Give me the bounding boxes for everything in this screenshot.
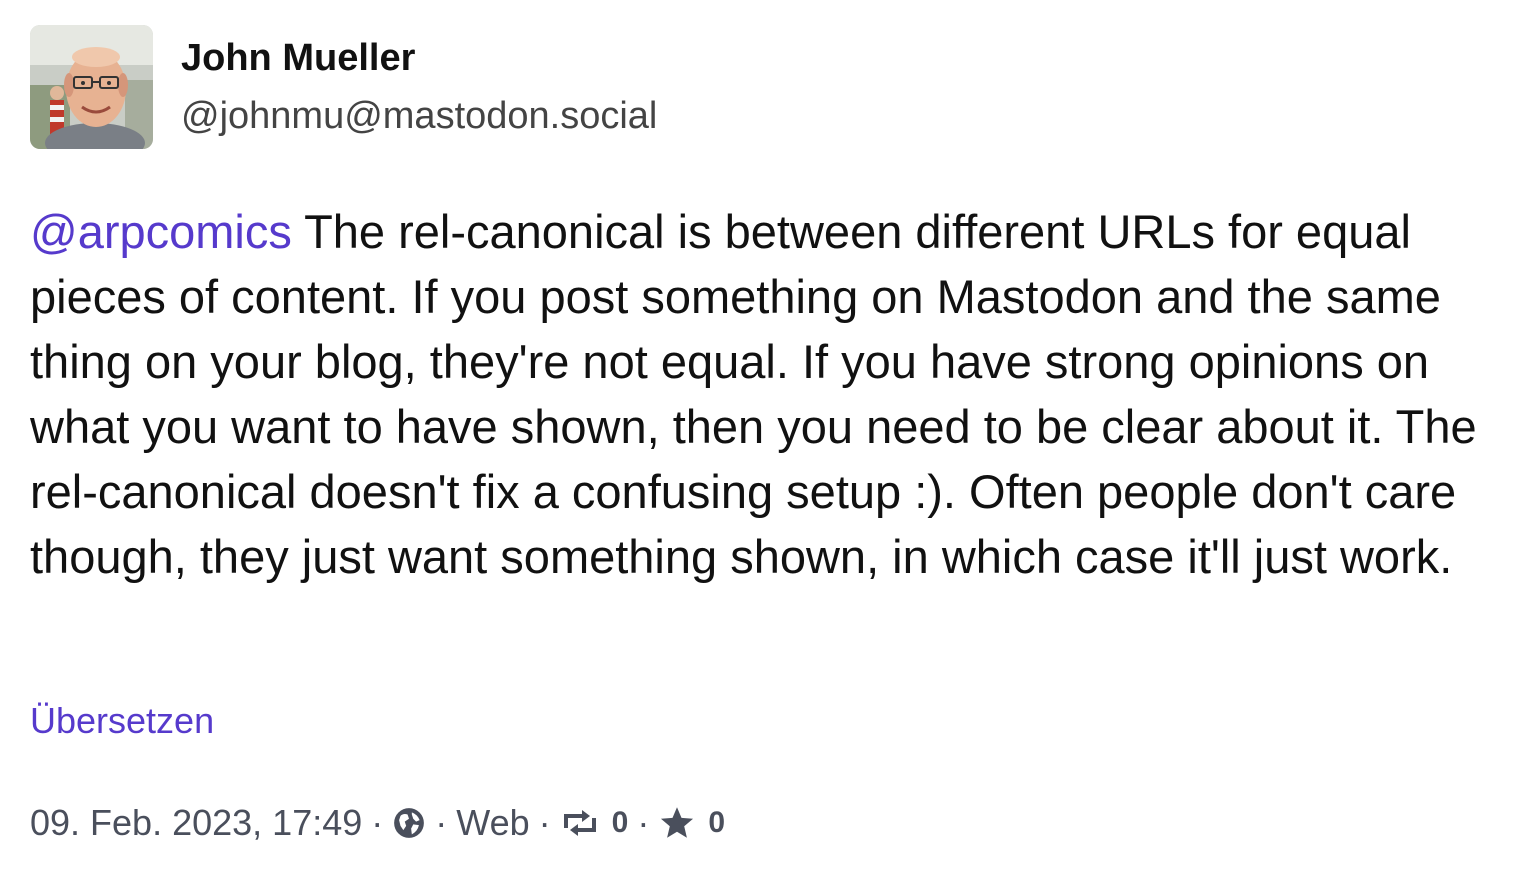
star-icon bbox=[658, 805, 696, 841]
status-meta: 09. Feb. 2023, 17:49 · · Web · 0 · 0 bbox=[30, 798, 725, 848]
meta-separator: · bbox=[371, 802, 384, 843]
display-name[interactable]: John Mueller bbox=[181, 37, 415, 80]
translate-button[interactable]: Übersetzen bbox=[30, 700, 214, 742]
reblog-count: 0 bbox=[611, 806, 629, 839]
avatar[interactable] bbox=[30, 25, 153, 149]
meta-separator: · bbox=[637, 802, 650, 843]
meta-separator: · bbox=[538, 802, 551, 843]
favourites-link[interactable]: 0 bbox=[658, 805, 725, 841]
reblogs-link[interactable]: 0 bbox=[560, 806, 629, 840]
status-header: John Mueller @johnmu@mastodon.social bbox=[30, 25, 930, 149]
meta-separator: · bbox=[435, 802, 448, 843]
avatar-photo bbox=[30, 25, 153, 149]
retweet-icon bbox=[560, 808, 600, 838]
application-name: Web bbox=[456, 802, 530, 843]
account-handle: @johnmu@mastodon.social bbox=[181, 95, 658, 137]
timestamp-link[interactable]: 09. Feb. 2023, 17:49 bbox=[30, 802, 362, 844]
globe-icon bbox=[392, 806, 426, 840]
mention-link[interactable]: @arpcomics bbox=[30, 205, 292, 258]
status-content: @arpcomics The rel-canonical is between … bbox=[30, 199, 1510, 589]
status-text-paragraph: @arpcomics The rel-canonical is between … bbox=[30, 199, 1510, 589]
favourite-count: 0 bbox=[708, 806, 726, 839]
status-detail: John Mueller @johnmu@mastodon.social @ar… bbox=[0, 0, 1537, 873]
status-text: The rel-canonical is between different U… bbox=[30, 205, 1477, 583]
